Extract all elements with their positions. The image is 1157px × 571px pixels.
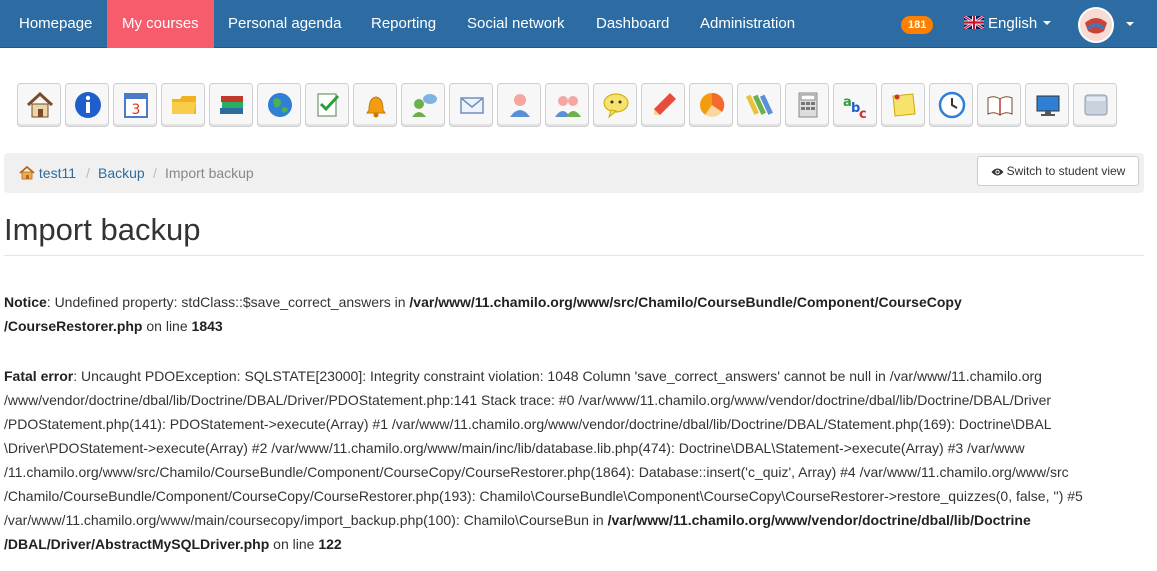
notification-badge[interactable]: 181 bbox=[901, 16, 934, 34]
notice-on-line: on line bbox=[142, 318, 192, 334]
notice-text: : Undefined property: stdClass::$save_co… bbox=[46, 294, 410, 310]
svg-text:c: c bbox=[859, 107, 867, 120]
open-book-icon bbox=[987, 96, 1013, 116]
pencil-icon bbox=[654, 93, 676, 115]
speech-bubble-icon bbox=[603, 93, 629, 119]
tool-gradebook[interactable] bbox=[785, 83, 829, 127]
pie-chart-icon bbox=[700, 92, 725, 118]
tool-dropbox[interactable] bbox=[449, 83, 493, 127]
breadcrumb-current: Import backup bbox=[165, 165, 254, 181]
chevron-down-icon bbox=[1043, 21, 1052, 25]
notice-path-file: /CourseRestorer.php bbox=[4, 318, 143, 334]
fatal-error-line-number: 122 bbox=[318, 536, 342, 552]
language-label: English bbox=[988, 15, 1038, 32]
switch-to-student-view-button[interactable]: Switch to student view bbox=[977, 156, 1139, 186]
user-icon bbox=[510, 94, 530, 117]
nav-dashboard[interactable]: Dashboard bbox=[581, 0, 684, 48]
tool-glossary[interactable]: abc bbox=[833, 83, 877, 127]
tool-survey[interactable] bbox=[689, 83, 733, 127]
eye-icon bbox=[991, 168, 1004, 176]
tool-announcements[interactable] bbox=[353, 83, 397, 127]
checklist-icon bbox=[317, 93, 340, 117]
notice-message: Notice: Undefined property: stdClass::$s… bbox=[4, 290, 1149, 338]
switch-to-student-view-label: Switch to student view bbox=[1006, 164, 1126, 178]
language-selector[interactable]: English bbox=[964, 0, 1052, 48]
monitor-icon bbox=[1036, 95, 1060, 116]
nav-my-courses[interactable]: My courses bbox=[107, 0, 214, 48]
tool-learning-path[interactable] bbox=[209, 83, 253, 127]
tool-assignments[interactable] bbox=[641, 83, 685, 127]
fatal-error-path-file: /DBAL/Driver/AbstractMySQLDriver.php bbox=[4, 536, 270, 552]
books-icon bbox=[220, 96, 243, 114]
abc-icon: a bc bbox=[843, 95, 867, 120]
fatal-error-label: Fatal error bbox=[4, 368, 74, 384]
breadcrumb-course-label: test11 bbox=[38, 165, 76, 181]
info-icon bbox=[75, 92, 101, 118]
tool-groups[interactable] bbox=[545, 83, 589, 127]
group-icon bbox=[555, 96, 581, 117]
clock-icon bbox=[938, 91, 966, 119]
sticky-note-icon bbox=[892, 93, 916, 117]
uk-flag-icon bbox=[964, 16, 984, 29]
tool-chat[interactable] bbox=[593, 83, 637, 127]
breadcrumb-separator: / bbox=[153, 165, 157, 181]
fatal-error-line: /PDOStatement.php(141): PDOStatement->ex… bbox=[4, 416, 1052, 432]
top-navbar: Homepage My courses Personal agenda Repo… bbox=[0, 0, 1157, 48]
notice-path: /var/www/11.chamilo.org/www/src/Chamilo/… bbox=[409, 294, 962, 310]
tool-documents[interactable] bbox=[161, 83, 205, 127]
folder-icon bbox=[172, 96, 196, 114]
chat-user-icon bbox=[412, 94, 437, 117]
calculator-icon bbox=[798, 92, 818, 118]
tool-notebook[interactable] bbox=[881, 83, 925, 127]
tool-videoconference[interactable] bbox=[1025, 83, 1069, 127]
user-menu[interactable] bbox=[1078, 7, 1134, 43]
chevron-down-icon bbox=[1126, 22, 1134, 26]
home-icon bbox=[26, 91, 54, 118]
nav-social-network[interactable]: Social network bbox=[452, 0, 580, 48]
breadcrumb-separator: / bbox=[86, 165, 90, 181]
breadcrumb: test11 / Backup / Import backup bbox=[4, 153, 1144, 193]
fatal-error-line: /var/www/11.chamilo.org/www/main/coursec… bbox=[4, 512, 608, 528]
tool-info[interactable] bbox=[65, 83, 109, 127]
course-tools-toolbar: 3 abc bbox=[17, 83, 1117, 129]
tool-course-progress[interactable] bbox=[977, 83, 1021, 127]
notice-line-number: 1843 bbox=[191, 318, 223, 334]
svg-text:3: 3 bbox=[132, 102, 141, 118]
fatal-error-line: /Chamilo/CourseBundle/Component/CourseCo… bbox=[4, 488, 1083, 504]
nav-personal-agenda[interactable]: Personal agenda bbox=[213, 0, 356, 48]
tool-links[interactable] bbox=[257, 83, 301, 127]
tool-wiki[interactable] bbox=[737, 83, 781, 127]
globe-icon bbox=[268, 93, 292, 117]
notice-label: Notice bbox=[4, 294, 47, 310]
fatal-error-line: : Uncaught PDOException: SQLSTATE[23000]… bbox=[73, 368, 1042, 384]
fatal-error-path: /var/www/11.chamilo.org/www/vendor/doctr… bbox=[607, 512, 1031, 528]
fatal-error-line: /11.chamilo.org/www/src/Chamilo/CourseBu… bbox=[4, 464, 1069, 480]
envelope-icon bbox=[460, 97, 484, 114]
markers-icon bbox=[745, 94, 773, 115]
avatar bbox=[1078, 7, 1114, 43]
home-icon bbox=[19, 165, 35, 180]
nav-administration[interactable]: Administration bbox=[685, 0, 810, 48]
bell-icon bbox=[366, 96, 386, 118]
fatal-error-message: Fatal error: Uncaught PDOException: SQLS… bbox=[4, 364, 1149, 556]
fatal-error-line: \Driver\PDOStatement->execute(Array) #2 … bbox=[4, 440, 1025, 456]
tool-attendance[interactable] bbox=[929, 83, 973, 127]
fatal-error-on-line: on line bbox=[269, 536, 319, 552]
tool-tests[interactable] bbox=[305, 83, 349, 127]
tool-users[interactable] bbox=[497, 83, 541, 127]
title-divider bbox=[4, 255, 1144, 256]
nav-reporting[interactable]: Reporting bbox=[356, 0, 451, 48]
calendar-icon: 3 bbox=[124, 93, 148, 118]
tool-home[interactable] bbox=[17, 83, 61, 127]
tool-maintenance[interactable] bbox=[1073, 83, 1117, 127]
tile-icon bbox=[1084, 94, 1108, 116]
nav-homepage[interactable]: Homepage bbox=[4, 0, 107, 48]
page-title: Import backup bbox=[4, 212, 201, 247]
breadcrumb-backup[interactable]: Backup bbox=[98, 153, 145, 193]
tool-forums[interactable] bbox=[401, 83, 445, 127]
tool-agenda[interactable]: 3 bbox=[113, 83, 157, 127]
fatal-error-line: /www/vendor/doctrine/dbal/lib/Doctrine/D… bbox=[4, 392, 1052, 408]
breadcrumb-course[interactable]: test11 bbox=[19, 153, 76, 193]
